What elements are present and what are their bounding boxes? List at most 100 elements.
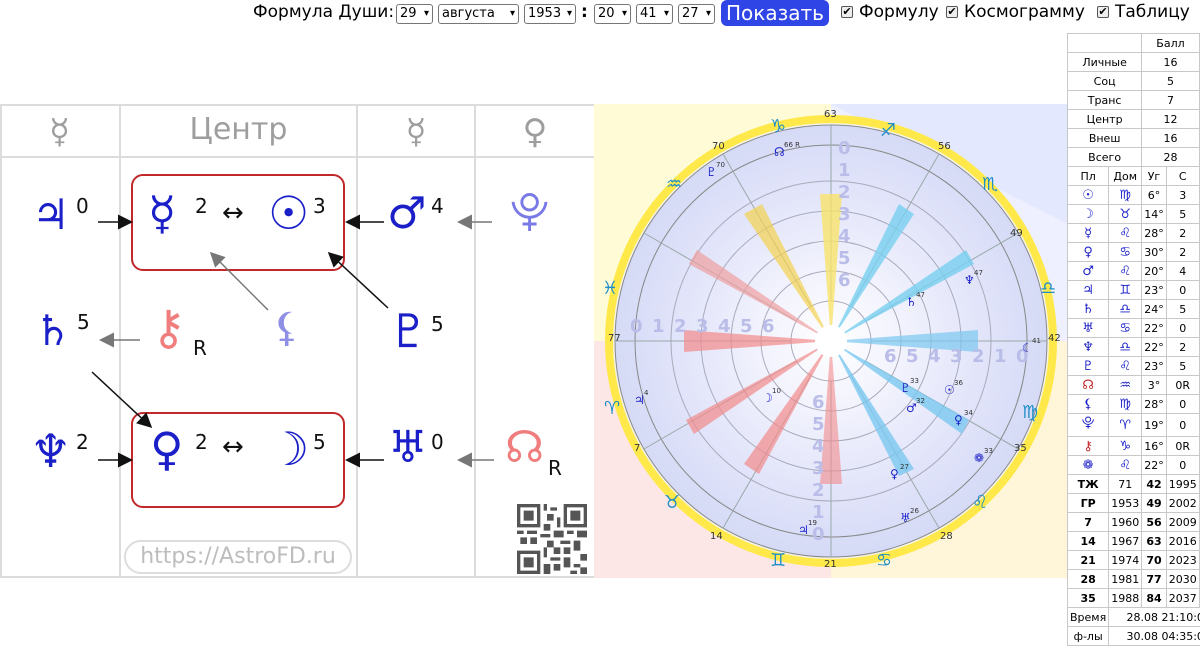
zodiac-sign-icon: ♒ xyxy=(666,174,683,195)
chevron-down-icon: ▾ xyxy=(705,8,711,19)
planet-degree: 10 xyxy=(772,387,781,395)
table-cell: 2009 xyxy=(1165,512,1200,532)
second-select[interactable]: 27 ▾ xyxy=(678,4,715,24)
chevron-down-icon: ▾ xyxy=(663,8,669,19)
table-cell: ♇ xyxy=(1066,356,1110,376)
formula-title: Формула Души: xyxy=(253,2,395,22)
table-cell: ♌ xyxy=(1108,223,1143,243)
planet-degree: 27 xyxy=(900,463,909,471)
hour-select[interactable]: 20 ▾ xyxy=(594,4,631,24)
month-select[interactable]: августа ▾ xyxy=(438,4,519,24)
cosmogram-checkbox[interactable]: ✔ xyxy=(946,6,958,18)
table-row: ⯓♈19°02 xyxy=(1066,413,1200,437)
table-row: ТЖ 71 42 1995 xyxy=(1066,474,1200,494)
table-cell: 20° xyxy=(1141,261,1167,281)
stats-table: Балл%Личные1657,1Соц517,9Транс725,0Центр… xyxy=(1066,33,1200,646)
chevron-down-icon: ▾ xyxy=(423,8,429,19)
scale-number: 0 xyxy=(812,524,825,545)
table-cell: 2023 xyxy=(1165,550,1200,570)
table-cell: 1974 xyxy=(1108,550,1143,570)
time-separator: : xyxy=(581,2,588,22)
degree-label: 63 xyxy=(824,109,837,120)
scale-number: 3 xyxy=(696,316,709,337)
table-cell: ♉ xyxy=(1108,204,1143,224)
table-cell: ♋ xyxy=(1108,242,1143,262)
scale-number: 1 xyxy=(838,160,851,181)
table-row: Внеш1657,1 xyxy=(1066,128,1200,148)
table-cell: 2 xyxy=(1165,223,1200,243)
scale-number: 6 xyxy=(762,316,775,337)
table-cell: ♑ xyxy=(1108,436,1143,456)
scale-number: 5 xyxy=(740,316,753,337)
show-button[interactable]: Показать xyxy=(721,0,829,26)
table-cell: 0 xyxy=(1165,455,1200,475)
toolbar: Формула Души: 29 ▾ августа ▾ 1953 ▾ : 20 ▾ 4… xyxy=(0,0,1200,28)
table-cell: 70 xyxy=(1141,550,1167,570)
table-cell: 30.08 04:35:00 xyxy=(1108,626,1200,646)
table-row: Транс725,0 xyxy=(1066,90,1200,110)
table-cell: 1960 xyxy=(1108,512,1143,532)
planet-marker-icon: ♀ xyxy=(954,413,963,427)
table-checkbox[interactable]: ✔ xyxy=(1097,6,1109,18)
table-cell: 49 xyxy=(1141,493,1167,513)
formula-checkbox[interactable]: ✔ xyxy=(841,6,853,18)
table-cell: 23° xyxy=(1141,356,1167,376)
planet-degree: 19 xyxy=(808,519,817,527)
site-url[interactable]: https://AstroFD.ru xyxy=(124,540,352,574)
scale-number: 4 xyxy=(812,436,825,457)
table-cell: Всего xyxy=(1066,147,1143,167)
scale-number: 3 xyxy=(838,204,851,225)
table-cell: 42 xyxy=(1141,474,1167,494)
degree-label: 42 xyxy=(1048,333,1061,344)
table-cell: 1988 xyxy=(1108,588,1143,608)
degree-label: 77 xyxy=(608,333,621,344)
table-cell: 28 xyxy=(1141,147,1200,167)
table-cell: ♃ xyxy=(1066,280,1110,300)
planet-degree: 33 xyxy=(910,377,919,385)
table-cell: Транс xyxy=(1066,90,1143,110)
scale-number: 6 xyxy=(838,270,851,291)
table-cell: Уг xyxy=(1141,166,1167,186)
minute-select[interactable]: 41 ▾ xyxy=(636,4,673,24)
table-row: Соц517,9 xyxy=(1066,71,1200,91)
table-cell: ☽ xyxy=(1066,204,1110,224)
table-row: ф-лы30.08 04:35:00 xyxy=(1066,626,1200,646)
table-cell: 2002 xyxy=(1165,493,1200,513)
degree-label: 49 xyxy=(1010,228,1023,239)
planet-marker-icon: ❁ xyxy=(974,451,985,465)
zodiac-sign-icon: ♉ xyxy=(664,492,681,513)
degree-label: 28 xyxy=(940,531,953,542)
table-cell: 35 xyxy=(1066,588,1110,608)
table-row: ГР 1953 49 2002 xyxy=(1066,493,1200,513)
table-cell: 28° xyxy=(1141,394,1167,414)
table-cell: 5 xyxy=(1165,204,1200,224)
formula-checkbox-label[interactable]: Формулу xyxy=(859,2,939,22)
formula-arrows xyxy=(91,214,494,468)
table-cell: 7 xyxy=(1066,512,1110,532)
planet-degree: 41 xyxy=(1032,337,1041,345)
planet-degree: 4 xyxy=(644,389,649,397)
qr-code-icon xyxy=(517,504,587,574)
table-row: ♅♋22°01 xyxy=(1066,318,1200,338)
scale-number: 4 xyxy=(838,226,851,247)
table-cell: 2 xyxy=(1165,242,1200,262)
degree-label: 35 xyxy=(1014,443,1027,454)
table-cell: 22° xyxy=(1141,318,1167,338)
table-checkbox-label[interactable]: Таблицу xyxy=(1115,2,1190,22)
table-cell: ♋ xyxy=(1108,318,1143,338)
table-row: ⚸♍28°01 xyxy=(1066,394,1200,414)
table-cell: 63 xyxy=(1141,531,1167,551)
table-cell: 5 xyxy=(1141,71,1200,91)
table-cell: ♌ xyxy=(1108,455,1143,475)
day-select[interactable]: 29 ▾ xyxy=(396,4,433,24)
year-select[interactable]: 1953 ▾ xyxy=(524,4,576,24)
soul-formula-panel: ☿ Центр ☿ ♀ ♃ 0 ☿ 2 ↔ ☉ 3 ♂ 4 ⯓ ♄ 5 ⚷ R … xyxy=(0,104,594,578)
table-cell: Пл xyxy=(1066,166,1110,186)
table-cell: 4 xyxy=(1165,261,1200,281)
planet-degree: 32 xyxy=(916,397,925,405)
table-row: ПлДомУгСОр xyxy=(1066,166,1200,186)
table-cell: ♍ xyxy=(1108,185,1143,205)
zodiac-sign-icon: ♍ xyxy=(1022,402,1039,423)
scale-number: 1 xyxy=(652,316,665,337)
cosmogram-checkbox-label[interactable]: Космограмму xyxy=(964,2,1085,22)
